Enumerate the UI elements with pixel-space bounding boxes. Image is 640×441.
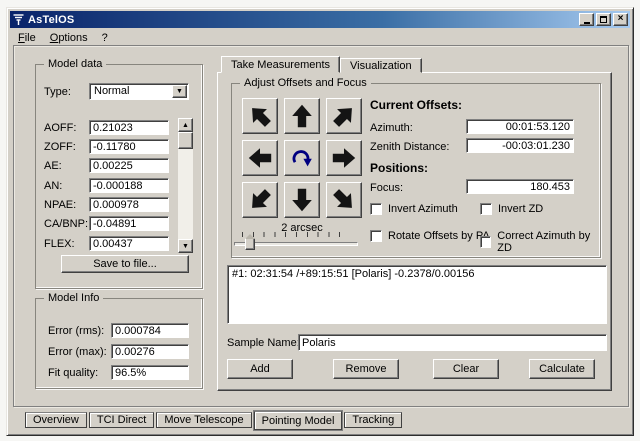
add-button[interactable]: Add bbox=[227, 359, 293, 379]
sample-name-input[interactable] bbox=[298, 334, 607, 351]
focus-label: Focus: bbox=[370, 182, 403, 194]
nudge-down-button[interactable] bbox=[284, 182, 320, 218]
rotate-offsets-by-pa-label: Rotate Offsets by PA bbox=[388, 230, 490, 242]
window-title: AsTelOS bbox=[28, 14, 74, 26]
error-max-input[interactable] bbox=[111, 344, 189, 359]
sample-name-label: Sample Name: bbox=[227, 337, 300, 349]
aoff-input[interactable] bbox=[89, 120, 169, 135]
zenith-distance-label: Zenith Distance: bbox=[370, 141, 449, 153]
correct-azimuth-by-zd-label: Correct Azimuth by ZD bbox=[497, 230, 600, 254]
calculate-button[interactable]: Calculate bbox=[529, 359, 595, 379]
flex-label: FLEX: bbox=[44, 238, 75, 250]
tab-tracking[interactable]: Tracking bbox=[344, 412, 402, 428]
close-icon[interactable]: × bbox=[613, 13, 628, 26]
nudge-right-button[interactable] bbox=[326, 140, 362, 176]
current-offsets-heading: Current Offsets: bbox=[370, 98, 462, 112]
zoff-label: ZOFF: bbox=[44, 141, 76, 153]
zenith-offset-input[interactable] bbox=[466, 138, 574, 153]
app-icon bbox=[12, 13, 25, 26]
aoff-label: AOFF: bbox=[44, 122, 76, 134]
model-type-value: Normal bbox=[94, 85, 129, 97]
titlebar: AsTelOS × bbox=[10, 11, 630, 28]
measurements-listbox[interactable]: #1: 02:31:54 /+89:15:51 [Polaris] -0.237… bbox=[227, 265, 607, 324]
checkbox-box-icon[interactable] bbox=[480, 236, 491, 248]
save-to-file-button[interactable]: Save to file... bbox=[61, 255, 189, 273]
maximize-icon[interactable] bbox=[596, 13, 611, 26]
type-label: Type: bbox=[44, 86, 71, 98]
flex-input[interactable] bbox=[89, 236, 169, 251]
azimuth-label: Azimuth: bbox=[370, 122, 413, 134]
rotate-offsets-button[interactable] bbox=[284, 140, 320, 176]
checkbox-box-icon[interactable] bbox=[370, 230, 382, 242]
tab-take-measurements[interactable]: Take Measurements bbox=[221, 56, 340, 73]
menu-bar: File Options ? bbox=[11, 29, 629, 46]
nudge-left-button[interactable] bbox=[242, 140, 278, 176]
checkbox-box-icon[interactable] bbox=[480, 203, 492, 215]
tab-visualization[interactable]: Visualization bbox=[340, 58, 422, 73]
azimuth-offset-input[interactable] bbox=[466, 119, 574, 134]
tab-overview[interactable]: Overview bbox=[25, 412, 87, 428]
screen: { "window": { "title": "AsTelOS" }, "men… bbox=[0, 0, 640, 441]
nudge-up-right-button[interactable] bbox=[326, 98, 362, 134]
chevron-down-icon[interactable]: ▼ bbox=[172, 85, 187, 98]
zoff-input[interactable] bbox=[89, 139, 169, 154]
model-data-title: Model data bbox=[44, 58, 106, 70]
cabnp-input[interactable] bbox=[89, 216, 169, 231]
error-max-label: Error (max): bbox=[48, 346, 107, 358]
an-label: AN: bbox=[44, 180, 62, 192]
minimize-icon[interactable] bbox=[579, 13, 594, 26]
menu-file[interactable]: File bbox=[11, 30, 43, 46]
take-measurements-page: Adjust Offsets and Focus 2 arcsec bbox=[217, 72, 612, 391]
menu-help[interactable]: ? bbox=[95, 30, 115, 46]
error-rms-label: Error (rms): bbox=[48, 325, 104, 337]
model-fields-scrollbar[interactable]: ▲ ▼ bbox=[178, 118, 193, 253]
nudge-up-left-button[interactable] bbox=[242, 98, 278, 134]
slider-thumb[interactable] bbox=[245, 238, 255, 250]
correct-azimuth-by-zd-checkbox[interactable]: Correct Azimuth by ZD bbox=[480, 230, 600, 254]
invert-azimuth-label: Invert Azimuth bbox=[388, 203, 458, 215]
rotate-offsets-by-pa-checkbox[interactable]: Rotate Offsets by PA bbox=[370, 230, 490, 242]
scrollbar-thumb[interactable] bbox=[178, 132, 193, 149]
client-area: Model data Type: Normal ▼ AOFF: ZOFF: AE… bbox=[13, 45, 629, 407]
remove-button[interactable]: Remove bbox=[333, 359, 399, 379]
ae-label: AE: bbox=[44, 160, 62, 172]
fit-quality-input[interactable] bbox=[111, 365, 189, 380]
tab-pointing-model[interactable]: Pointing Model bbox=[254, 411, 343, 430]
checkbox-box-icon[interactable] bbox=[370, 203, 382, 215]
invert-zd-checkbox[interactable]: Invert ZD bbox=[480, 203, 543, 215]
clear-button[interactable]: Clear bbox=[433, 359, 499, 379]
positions-heading: Positions: bbox=[370, 161, 428, 175]
ae-input[interactable] bbox=[89, 158, 169, 173]
invert-azimuth-checkbox[interactable]: Invert Azimuth bbox=[370, 203, 458, 215]
tab-tci-direct[interactable]: TCI Direct bbox=[89, 412, 155, 428]
model-data-group: Model data Type: Normal ▼ AOFF: ZOFF: AE… bbox=[35, 64, 203, 289]
cabnp-label: CA/BNP: bbox=[44, 218, 88, 230]
nudge-up-button[interactable] bbox=[284, 98, 320, 134]
scroll-down-icon[interactable]: ▼ bbox=[178, 239, 193, 253]
npae-label: NPAE: bbox=[44, 199, 76, 211]
nudge-down-right-button[interactable] bbox=[326, 182, 362, 218]
adjust-offsets-title: Adjust Offsets and Focus bbox=[240, 77, 371, 89]
fit-quality-label: Fit quality: bbox=[48, 367, 98, 379]
invert-zd-label: Invert ZD bbox=[498, 203, 543, 215]
npae-input[interactable] bbox=[89, 197, 169, 212]
measurement-list-item[interactable]: #1: 02:31:54 /+89:15:51 [Polaris] -0.237… bbox=[232, 268, 602, 280]
workspace-tab-bar: Overview TCI Direct Move Telescope Point… bbox=[25, 412, 402, 430]
step-size-slider[interactable] bbox=[234, 230, 358, 256]
an-input[interactable] bbox=[89, 178, 169, 193]
menu-options[interactable]: Options bbox=[43, 30, 95, 46]
nudge-down-left-button[interactable] bbox=[242, 182, 278, 218]
tab-strip: Take Measurements Visualization bbox=[221, 56, 422, 73]
focus-input[interactable] bbox=[466, 179, 574, 194]
tab-move-telescope[interactable]: Move Telescope bbox=[156, 412, 251, 428]
adjust-offsets-group: Adjust Offsets and Focus 2 arcsec bbox=[231, 83, 601, 258]
scroll-up-icon[interactable]: ▲ bbox=[178, 118, 193, 132]
model-info-group: Model Info Error (rms): Error (max): Fit… bbox=[35, 298, 203, 389]
error-rms-input[interactable] bbox=[111, 323, 189, 338]
slider-ticks bbox=[242, 232, 350, 237]
app-window: AsTelOS × File Options ? Model data Type… bbox=[6, 7, 634, 436]
model-type-combo[interactable]: Normal ▼ bbox=[89, 83, 189, 100]
model-info-title: Model Info bbox=[44, 292, 103, 304]
